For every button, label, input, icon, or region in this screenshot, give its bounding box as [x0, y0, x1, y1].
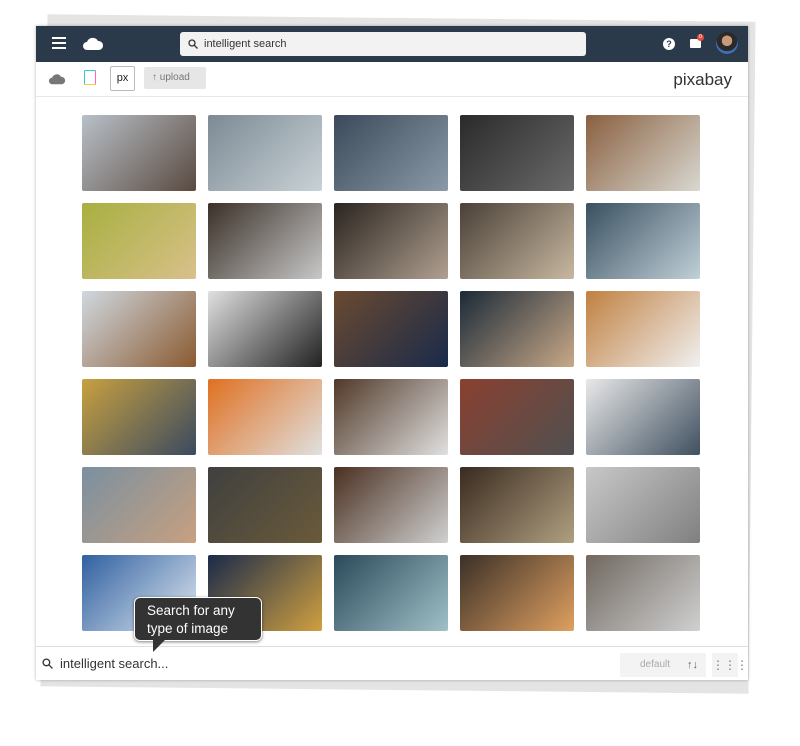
image-thumbnail[interactable]: [586, 555, 700, 631]
header-search-value: intelligent search: [204, 38, 287, 50]
top-header: intelligent search ? 0: [36, 26, 748, 62]
avatar[interactable]: [716, 32, 738, 54]
image-thumbnail[interactable]: [82, 203, 196, 279]
image-thumbnail[interactable]: [460, 203, 574, 279]
upload-label: upload: [159, 72, 190, 83]
upload-button[interactable]: ↑ upload: [144, 67, 206, 89]
hamburger-menu-icon[interactable]: [52, 37, 66, 49]
pixabay-source-button[interactable]: px: [110, 66, 135, 91]
source-title: pixabay: [673, 70, 732, 89]
sort-label: default: [640, 659, 671, 670]
upload-arrow-icon: ↑: [152, 72, 160, 83]
sort-icon[interactable]: ↑↓: [687, 653, 698, 677]
grid-view-icon[interactable]: ⋮⋮⋮: [712, 653, 748, 677]
image-thumbnail[interactable]: [586, 291, 700, 367]
image-thumbnail[interactable]: [586, 379, 700, 455]
image-thumbnail[interactable]: [334, 467, 448, 543]
cloud-source-icon[interactable]: [48, 72, 66, 85]
image-thumbnail[interactable]: [460, 291, 574, 367]
image-thumbnail[interactable]: [334, 291, 448, 367]
image-thumbnail[interactable]: [586, 203, 700, 279]
image-thumbnail[interactable]: [460, 379, 574, 455]
image-thumbnail[interactable]: [460, 115, 574, 191]
bottom-bar: intelligent search... default ↑↓ ⋮⋮⋮: [36, 646, 748, 680]
image-thumbnail[interactable]: [208, 291, 322, 367]
image-thumbnail[interactable]: [208, 379, 322, 455]
image-thumbnail[interactable]: [334, 203, 448, 279]
image-thumbnail[interactable]: [82, 467, 196, 543]
image-thumbnail[interactable]: [208, 467, 322, 543]
image-thumbnail[interactable]: [334, 379, 448, 455]
document-source-icon[interactable]: [84, 70, 96, 85]
image-thumbnail[interactable]: [82, 115, 196, 191]
image-thumbnail[interactable]: [208, 115, 322, 191]
app-window: intelligent search ? 0 px ↑ upload pixab…: [36, 26, 748, 680]
bottom-search-input[interactable]: intelligent search...: [60, 656, 168, 671]
search-icon: [188, 39, 198, 49]
image-thumbnail[interactable]: [82, 291, 196, 367]
image-thumbnail[interactable]: [586, 467, 700, 543]
image-thumbnail[interactable]: [460, 555, 574, 631]
cloud-logo-icon[interactable]: [82, 35, 104, 51]
search-tooltip: Search for any type of image: [134, 597, 262, 652]
header-search-input[interactable]: intelligent search: [180, 32, 586, 56]
help-icon[interactable]: ?: [663, 38, 675, 50]
image-thumbnail[interactable]: [334, 115, 448, 191]
search-icon: [42, 658, 53, 669]
image-thumbnail[interactable]: [586, 115, 700, 191]
sort-dropdown[interactable]: default ↑↓: [620, 653, 706, 677]
source-toolbar: px ↑ upload pixabay: [36, 62, 748, 97]
image-thumbnail[interactable]: [334, 555, 448, 631]
notification-badge: 0: [697, 34, 704, 41]
image-thumbnail[interactable]: [460, 467, 574, 543]
image-thumbnail[interactable]: [82, 379, 196, 455]
image-thumbnail[interactable]: [208, 203, 322, 279]
